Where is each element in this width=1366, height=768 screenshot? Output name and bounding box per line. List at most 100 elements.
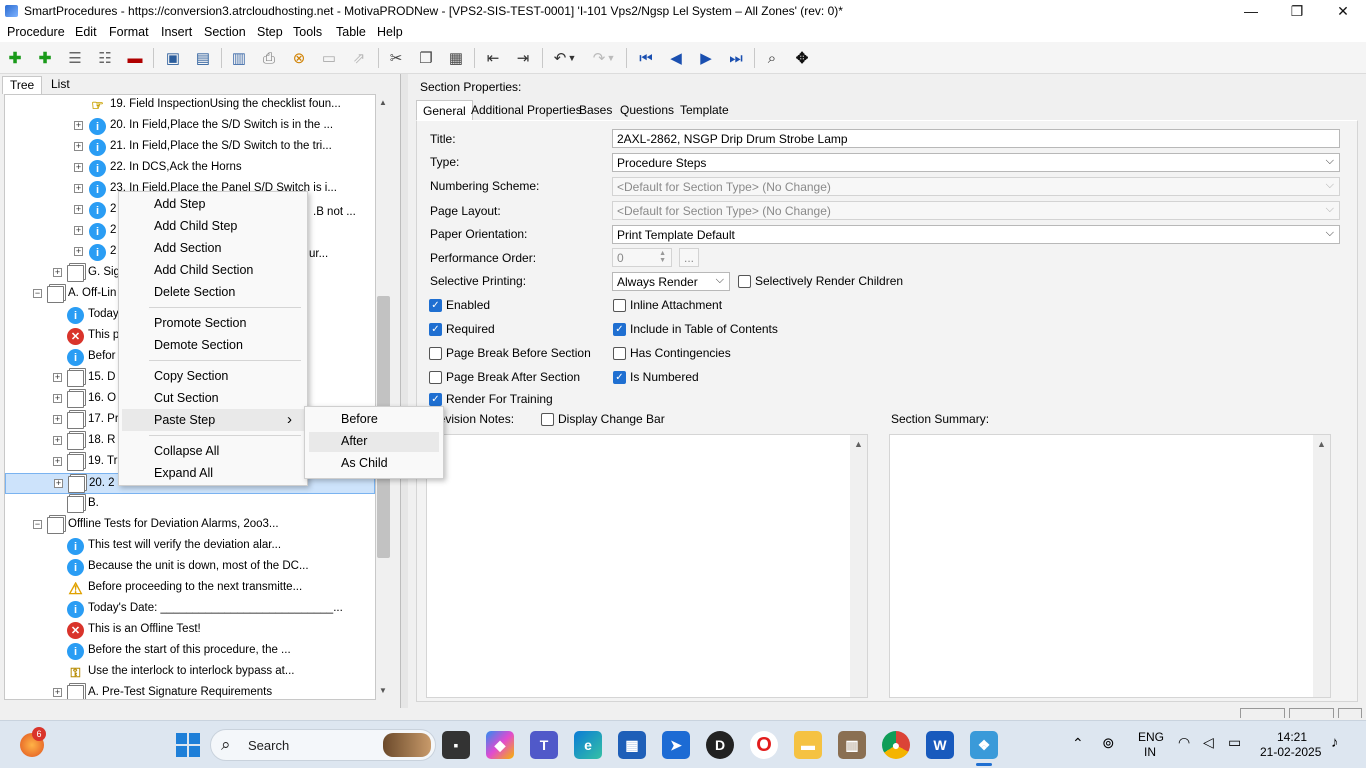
tree-row[interactable]: i Because the unit is down, most of the D… <box>5 557 375 578</box>
menu-help[interactable]: Help <box>377 25 403 39</box>
menu-insert[interactable]: Insert <box>161 25 192 39</box>
page-break-after-checkbox[interactable] <box>429 371 442 384</box>
paper-orientation-select[interactable]: Print Template Default ⌵ <box>612 225 1340 244</box>
tree-row[interactable]: i Before the start of this procedure, the… <box>5 641 375 662</box>
revision-notes-scrollbar[interactable]: ▲ <box>850 435 867 697</box>
tab-template[interactable]: Template <box>674 100 735 120</box>
scroll-up-icon[interactable]: ▲ <box>379 98 387 107</box>
tab-questions[interactable]: Questions <box>614 100 680 120</box>
inline-attachment-checkbox[interactable] <box>613 299 626 312</box>
building-app-icon[interactable]: ▥ <box>838 731 866 759</box>
expand-icon[interactable]: + <box>54 479 63 488</box>
dell-icon[interactable]: D <box>706 731 734 759</box>
list-icon[interactable]: ☰ <box>64 48 86 68</box>
menu-expand-all[interactable]: Expand All <box>154 466 213 480</box>
required-checkbox[interactable]: ✓ <box>429 323 442 336</box>
menu-add-child-section[interactable]: Add Child Section <box>154 263 253 277</box>
type-select[interactable]: Procedure Steps ⌵ <box>612 153 1340 172</box>
is-numbered-checkbox[interactable]: ✓ <box>613 371 626 384</box>
include-toc-checkbox[interactable]: ✓ <box>613 323 626 336</box>
menu-add-section[interactable]: Add Section <box>154 241 221 255</box>
selective-printing-select[interactable]: Always Render ⌵ <box>612 272 730 291</box>
add-step-icon[interactable]: ✚ <box>4 48 26 68</box>
enabled-checkbox[interactable]: ✓ <box>429 299 442 312</box>
windows-start-icon[interactable] <box>176 733 200 757</box>
last-icon[interactable]: ⏭ <box>725 48 747 68</box>
expand-icon[interactable]: + <box>53 268 62 277</box>
expand-icon[interactable]: + <box>53 373 62 382</box>
menu-edit[interactable]: Edit <box>75 25 97 39</box>
tab-list[interactable]: List <box>44 76 77 94</box>
render-for-training-checkbox[interactable]: ✓ <box>429 393 442 406</box>
clock-date[interactable]: 21-02-2025 <box>1260 745 1321 759</box>
find-icon[interactable]: ⌕ <box>761 48 783 68</box>
battery-icon[interactable]: ▭ <box>1228 734 1241 751</box>
tree-row[interactable]: + A. Pre-Test Signature Requirements <box>5 683 375 699</box>
menu-cut-section[interactable]: Cut Section <box>154 391 219 405</box>
notification-bell-icon[interactable]: ♪ <box>1331 734 1339 751</box>
collapse-icon[interactable]: − <box>33 289 42 298</box>
wifi-icon[interactable]: ◠ <box>1178 734 1190 751</box>
search-box[interactable]: ⌕ Search <box>210 729 436 761</box>
tree-row[interactable]: ⚿ Use the interlock to interlock bypass a… <box>5 662 375 683</box>
copy-icon[interactable]: ❐ <box>415 48 437 68</box>
edge-icon[interactable]: e <box>574 731 602 759</box>
teams-icon[interactable]: T <box>530 731 558 759</box>
undo-dropdown-icon[interactable]: ▼ <box>566 48 578 68</box>
region-indicator[interactable]: IN <box>1144 745 1156 759</box>
list-alt-icon[interactable]: ☷ <box>94 48 116 68</box>
tree-row[interactable]: B. <box>5 494 375 515</box>
frame-icon[interactable]: ▭ <box>318 48 340 68</box>
revision-notes-textbox[interactable]: ▲ <box>426 434 868 698</box>
submenu-after[interactable]: After <box>309 432 439 452</box>
menu-paste-step[interactable]: Paste Step <box>154 413 215 427</box>
tab-tree[interactable]: Tree <box>2 76 43 94</box>
link-icon[interactable]: ⊗ <box>288 48 310 68</box>
tree-row[interactable]: + i 22. In DCS,Ack the Horns <box>5 158 375 179</box>
menu-copy-section[interactable]: Copy Section <box>154 369 228 383</box>
tree-scrollbar[interactable]: ▲ ▼ <box>376 94 392 700</box>
cut-icon[interactable]: ✂ <box>385 48 407 68</box>
outdent-icon[interactable]: ⇤ <box>482 48 504 68</box>
tree-row[interactable]: + i 21. In Field,Place the S/D Switch to t… <box>5 137 375 158</box>
expand-icon[interactable]: + <box>74 142 83 151</box>
expand-icon[interactable]: + <box>74 163 83 172</box>
delete-icon[interactable]: ▬ <box>124 48 146 68</box>
copilot-icon[interactable]: ◆ <box>486 731 514 759</box>
previous-icon[interactable]: ◀ <box>665 48 687 68</box>
scroll-up-icon[interactable]: ▲ <box>1317 439 1326 449</box>
section-summary-textbox[interactable]: ▲ <box>889 434 1331 698</box>
menu-format[interactable]: Format <box>109 25 149 39</box>
expand-icon[interactable]: + <box>53 457 62 466</box>
has-contingencies-checkbox[interactable] <box>613 347 626 360</box>
export-icon[interactable]: ▥ <box>228 48 250 68</box>
expand-icon[interactable]: + <box>74 226 83 235</box>
menu-demote-section[interactable]: Demote Section <box>154 338 243 352</box>
add-child-step-icon[interactable]: ✚ <box>34 48 56 68</box>
tab-bases[interactable]: Bases <box>573 100 618 120</box>
arrow-app-icon[interactable]: ➤ <box>662 731 690 759</box>
move-icon[interactable]: ✥ <box>791 48 813 68</box>
tree-row[interactable]: ✕ This is an Offline Test! <box>5 620 375 641</box>
menu-add-child-step[interactable]: Add Child Step <box>154 219 237 233</box>
print-icon[interactable]: ⎙ <box>258 48 280 68</box>
menu-step[interactable]: Step <box>257 25 283 39</box>
expand-icon[interactable]: + <box>74 121 83 130</box>
menu-tools[interactable]: Tools <box>293 25 322 39</box>
store-icon[interactable]: ▦ <box>618 731 646 759</box>
selectively-render-children-checkbox[interactable] <box>738 275 751 288</box>
tree-row[interactable]: + i 20. In Field,Place the S/D Switch is i… <box>5 116 375 137</box>
scroll-up-icon[interactable]: ▲ <box>854 439 863 449</box>
submenu-as-child[interactable]: As Child <box>341 456 388 470</box>
volume-icon[interactable]: ◁ <box>1203 734 1214 751</box>
tree-row[interactable]: ⚠ Before proceeding to the next transmitt… <box>5 578 375 599</box>
splitter[interactable] <box>400 74 408 708</box>
expand-icon[interactable]: + <box>53 688 62 697</box>
menu-add-step[interactable]: Add Step <box>154 197 205 211</box>
menu-section[interactable]: Section <box>204 25 246 39</box>
menu-procedure[interactable]: Procedure <box>7 25 65 39</box>
tree-row[interactable]: i This test will verify the deviation ala… <box>5 536 375 557</box>
language-indicator[interactable]: ENG <box>1138 730 1164 744</box>
close-button[interactable]: ✕ <box>1320 0 1366 23</box>
tab-additional-properties[interactable]: Additional Properties <box>465 100 588 120</box>
